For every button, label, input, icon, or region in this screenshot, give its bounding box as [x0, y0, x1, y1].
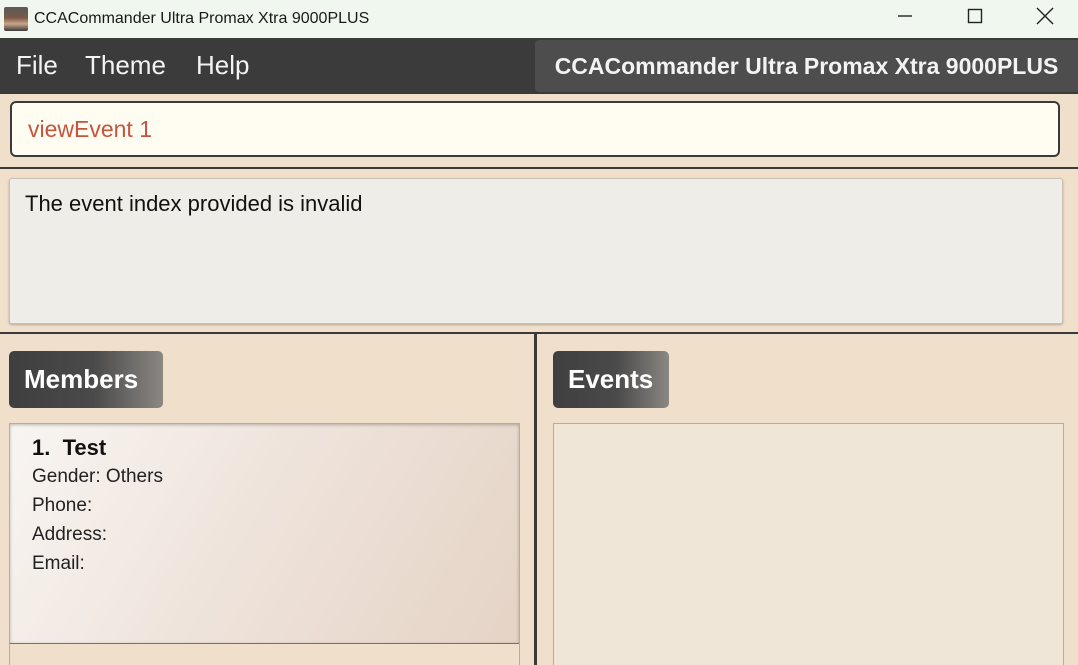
command-input[interactable]	[28, 115, 1028, 143]
divider	[0, 332, 1078, 334]
menu-bar: File Theme Help CCACommander Ultra Proma…	[0, 38, 1078, 94]
command-box	[10, 101, 1060, 157]
close-button[interactable]	[1010, 0, 1078, 32]
member-list[interactable]: 1. Test Gender: Others Phone: Address: E…	[9, 423, 520, 665]
minimize-button[interactable]	[870, 0, 940, 32]
member-phone: Phone:	[32, 495, 93, 516]
member-name-text: Test	[62, 435, 107, 460]
maximize-icon	[967, 8, 983, 24]
member-name: 1. Test	[32, 435, 106, 461]
member-index: 1.	[32, 435, 51, 460]
close-icon	[1036, 7, 1054, 25]
title-bar: CCACommander Ultra Promax Xtra 9000PLUS	[0, 0, 1078, 38]
app-icon	[4, 7, 28, 31]
result-display: The event index provided is invalid	[9, 178, 1063, 324]
app-name-label: CCACommander Ultra Promax Xtra 9000PLUS	[535, 40, 1078, 92]
menu-file[interactable]: File	[16, 50, 58, 81]
member-address: Address:	[32, 524, 107, 545]
menu-help[interactable]: Help	[196, 50, 249, 81]
events-header: Events	[553, 351, 669, 408]
divider	[0, 167, 1078, 169]
menu-theme[interactable]: Theme	[85, 50, 166, 81]
member-gender: Gender: Others	[32, 466, 163, 487]
minimize-icon	[898, 15, 912, 17]
list-item[interactable]: 1. Test Gender: Others Phone: Address: E…	[10, 424, 519, 644]
member-email: Email:	[32, 553, 85, 574]
window-title: CCACommander Ultra Promax Xtra 9000PLUS	[34, 10, 370, 27]
event-list[interactable]	[553, 423, 1064, 665]
members-header: Members	[9, 351, 163, 408]
maximize-button[interactable]	[940, 0, 1010, 32]
panel-divider	[534, 334, 537, 665]
